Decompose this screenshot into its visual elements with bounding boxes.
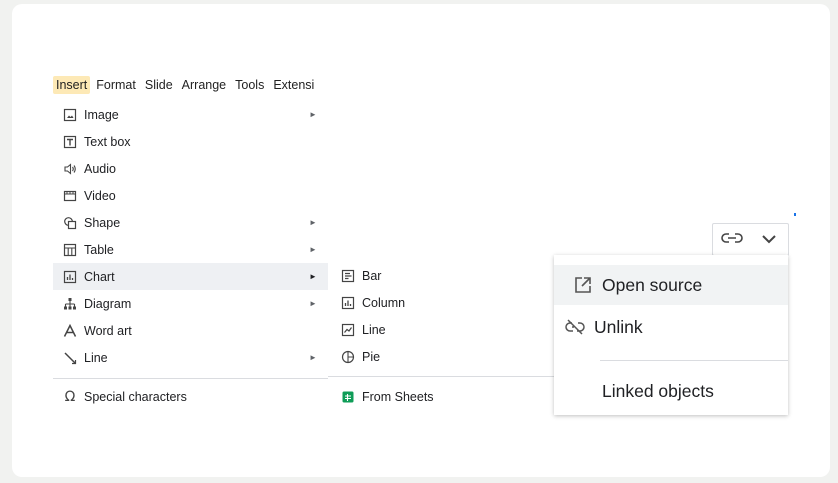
table-icon xyxy=(62,242,78,258)
menu-insert[interactable]: Insert xyxy=(53,76,91,94)
menubar: Insert Format Slide Arrange Tools Extens… xyxy=(53,76,317,94)
link-item-linked-objects[interactable]: Linked objects xyxy=(554,371,788,411)
audio-icon xyxy=(62,161,78,177)
line-chart-icon xyxy=(340,322,356,338)
text-box-icon xyxy=(62,134,78,150)
menu-item-label: Special characters xyxy=(84,389,187,404)
menu-item-chart[interactable]: Chart ► xyxy=(53,263,328,290)
menu-item-line[interactable]: Line ► xyxy=(53,344,328,371)
menu-item-label: Diagram xyxy=(84,296,132,311)
chart-item-column[interactable]: Column xyxy=(328,289,554,316)
chart-item-pie[interactable]: Pie xyxy=(328,343,554,370)
line-icon xyxy=(62,350,78,366)
chart-item-label: Line xyxy=(362,322,386,337)
menu-item-video[interactable]: Video xyxy=(53,182,328,209)
chart-item-label: From Sheets xyxy=(362,389,434,404)
menu-extensions[interactable]: Extensions xyxy=(270,76,314,94)
submenu-arrow-icon: ► xyxy=(309,299,317,308)
chevron-down-icon xyxy=(761,231,777,249)
link-item-open-source[interactable]: Open source xyxy=(554,265,788,305)
menu-item-label: Chart xyxy=(84,269,115,284)
omega-icon: Ω xyxy=(64,388,76,405)
chart-item-line[interactable]: Line xyxy=(328,316,554,343)
menu-item-shape[interactable]: Shape ► xyxy=(53,209,328,236)
menu-item-label: Audio xyxy=(84,161,116,176)
link-dropdown-button[interactable] xyxy=(750,224,787,255)
chart-item-label: Bar xyxy=(362,268,382,283)
chart-item-from-sheets[interactable]: From Sheets xyxy=(328,383,554,410)
word-art-icon xyxy=(62,323,78,339)
chart-item-label: Pie xyxy=(362,349,381,364)
link-item-label: Linked objects xyxy=(602,380,714,401)
chart-item-label: Column xyxy=(362,295,406,310)
menu-separator xyxy=(328,376,554,377)
chart-icon xyxy=(62,269,78,285)
menu-separator xyxy=(600,360,788,361)
sheets-icon xyxy=(340,389,356,405)
menu-item-label: Shape xyxy=(84,215,121,230)
chart-submenu: Bar Column Line Pie From Sheets xyxy=(328,262,554,415)
link-icon xyxy=(720,231,743,249)
menu-item-diagram[interactable]: Diagram ► xyxy=(53,290,328,317)
link-dropdown-menu: Open source Unlink Linked objects xyxy=(554,255,788,415)
menu-tools[interactable]: Tools xyxy=(232,76,267,94)
menu-item-label: Line xyxy=(84,350,108,365)
link-options-chip xyxy=(712,223,789,256)
column-chart-icon xyxy=(340,295,356,311)
link-item-label: Open source xyxy=(602,274,703,295)
submenu-arrow-icon: ► xyxy=(309,218,317,227)
unlink-icon xyxy=(564,316,586,338)
menu-item-word-art[interactable]: Word art xyxy=(53,317,328,344)
pie-chart-icon xyxy=(340,349,356,365)
submenu-arrow-icon: ► xyxy=(309,272,317,281)
submenu-arrow-icon: ► xyxy=(309,245,317,254)
open-external-icon xyxy=(572,274,594,296)
link-item-label: Unlink xyxy=(594,316,643,337)
menu-item-label: Video xyxy=(84,188,116,203)
link-item-unlink[interactable]: Unlink xyxy=(554,307,788,347)
insert-menu: Image ► Text box Audio Video Shape ► Tab… xyxy=(53,101,328,410)
video-icon xyxy=(62,188,78,204)
submenu-arrow-icon: ► xyxy=(309,110,317,119)
submenu-arrow-icon: ► xyxy=(309,353,317,362)
chart-item-bar[interactable]: Bar xyxy=(328,262,554,289)
menu-arrange[interactable]: Arrange xyxy=(179,76,229,94)
menu-format[interactable]: Format xyxy=(93,76,139,94)
image-icon xyxy=(62,107,78,123)
menu-item-special-characters[interactable]: Ω Special characters xyxy=(53,383,328,410)
diagram-icon xyxy=(62,296,78,312)
menu-item-table[interactable]: Table ► xyxy=(53,236,328,263)
menu-item-label: Text box xyxy=(84,134,131,149)
menu-item-label: Table xyxy=(84,242,114,257)
menu-slide[interactable]: Slide xyxy=(142,76,176,94)
menu-separator xyxy=(53,378,328,379)
link-button[interactable] xyxy=(713,224,750,255)
shape-icon xyxy=(62,215,78,231)
menu-item-label: Image xyxy=(84,107,119,122)
menu-item-label: Word art xyxy=(84,323,132,338)
menu-item-audio[interactable]: Audio xyxy=(53,155,328,182)
bar-chart-icon xyxy=(340,268,356,284)
menu-item-image[interactable]: Image ► xyxy=(53,101,328,128)
menu-item-text-box[interactable]: Text box xyxy=(53,128,328,155)
selection-marker xyxy=(794,213,796,216)
